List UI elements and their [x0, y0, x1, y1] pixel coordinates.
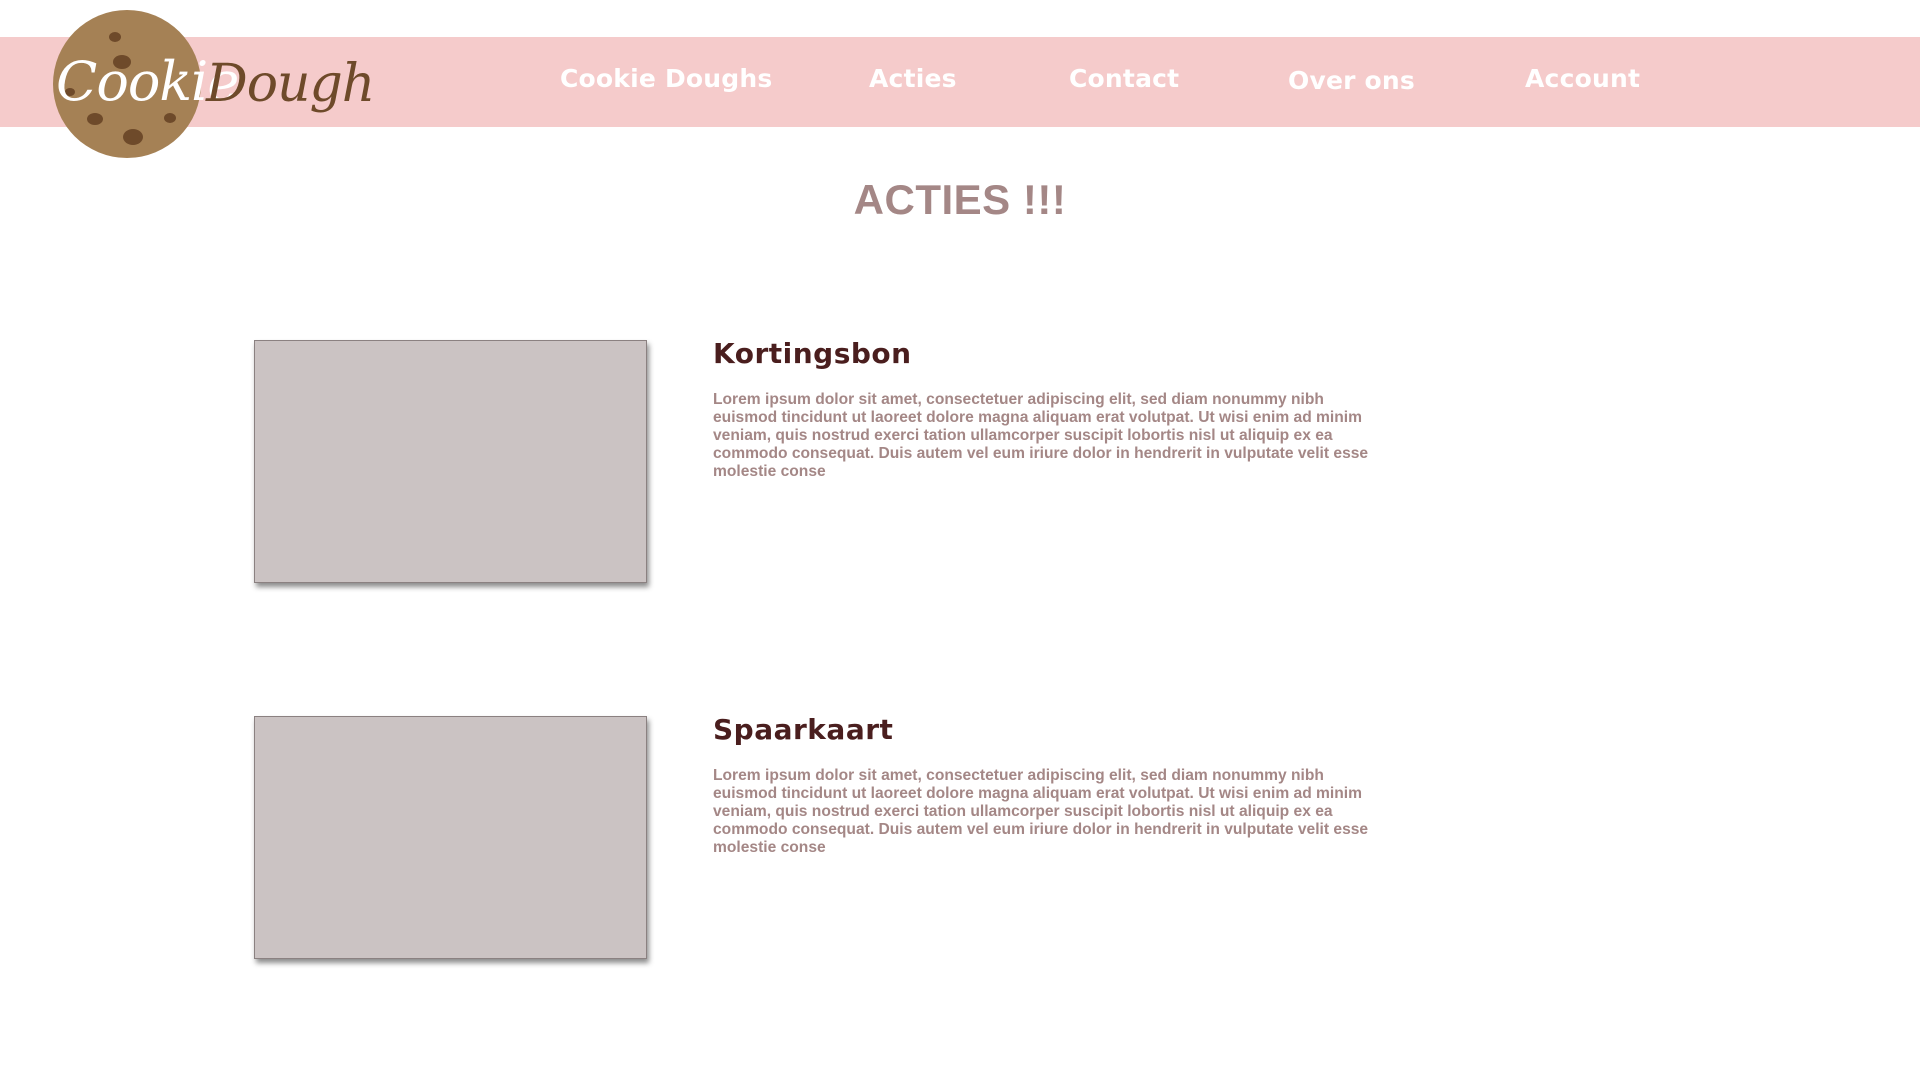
- nav-item-cookie-doughs[interactable]: Cookie Doughs: [560, 37, 772, 127]
- page: Cookie Doughs Acties Contact Over ons Ac…: [0, 0, 1920, 1080]
- nav-item-account[interactable]: Account: [1525, 37, 1640, 127]
- promo-description: Lorem ipsum dolor sit amet, consectetuer…: [713, 391, 1369, 480]
- page-title: ACTIES !!!: [853, 176, 1067, 223]
- promo-image-placeholder: [254, 716, 647, 959]
- promo-title-spaarkaart: Spaarkaart: [713, 713, 894, 746]
- logo-word-dough: Dough: [206, 54, 375, 114]
- nav-item-over-ons[interactable]: Over ons: [1288, 37, 1415, 127]
- promo-image-placeholder: [254, 340, 647, 583]
- promo-title-kortingsbon: Kortingsbon: [713, 337, 912, 370]
- nav-item-contact[interactable]: Contact: [1069, 37, 1179, 127]
- nav-item-acties[interactable]: Acties: [869, 37, 957, 127]
- promo-description: Lorem ipsum dolor sit amet, consectetuer…: [713, 767, 1369, 856]
- logo[interactable]: Cookie Dough: [50, 4, 375, 160]
